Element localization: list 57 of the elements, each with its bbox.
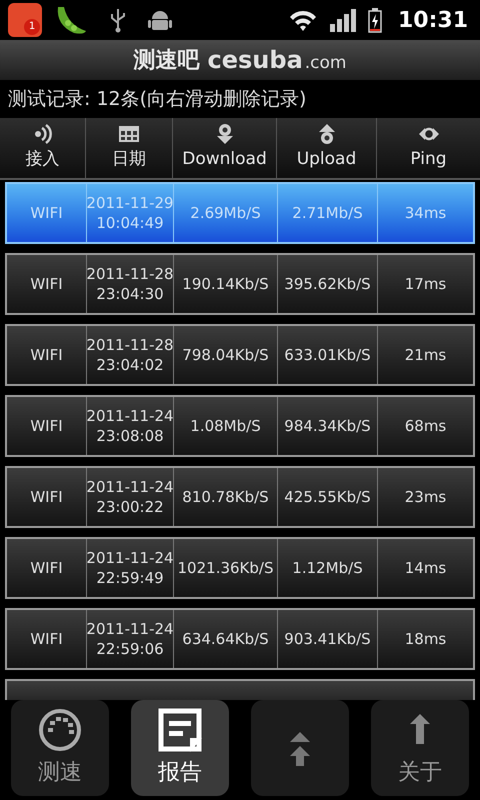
table-cell-text: 14ms — [404, 558, 448, 579]
site-domain: .com — [304, 52, 346, 75]
table-cell: 810.78Kb/S — [174, 468, 278, 526]
tab-button[interactable] — [251, 700, 349, 796]
table-cell: 2011-11-24 23:00:22 — [87, 468, 174, 526]
table-cell: 2011-11-28 23:04:30 — [87, 255, 174, 313]
table-cell: 190.14Kb/S — [174, 255, 278, 313]
column-header: Upload — [296, 148, 356, 172]
table-cell: 2011-11-29 10:04:49 — [87, 184, 174, 242]
table-cell: 633.01Kb/S — [278, 326, 378, 384]
app-title: 测速吧 — [134, 46, 200, 74]
column-header: 日期 — [112, 148, 146, 172]
table-cell-text: 17ms — [404, 274, 448, 295]
table-cell-text: 23ms — [404, 487, 448, 508]
table-cell: 903.41Kb/S — [278, 610, 378, 668]
table-row[interactable]: WIFI 2011-11-24 23:08:08 1.08Mb/S 984.34Kb/S 68ms — [5, 395, 475, 457]
table-cell: 634.64Kb/S — [174, 610, 278, 668]
tab-button[interactable]: 报告 — [131, 700, 229, 796]
table-cell-text: 21ms — [404, 345, 448, 366]
table-cell: 798.04Kb/S — [174, 326, 278, 384]
column-header: Download — [182, 148, 267, 172]
table-cell: WIFI — [7, 468, 87, 526]
table-cell: WIFI — [7, 610, 87, 668]
signal-icon — [330, 8, 356, 32]
table-cell: 2011-11-24 23:08:08 — [87, 397, 174, 455]
speedometer-icon — [38, 708, 82, 752]
table-cell-text: 34ms — [404, 203, 448, 224]
table-cell: WIFI — [7, 397, 87, 455]
table-cell: WIFI — [7, 326, 87, 384]
report-icon — [158, 708, 202, 752]
table-cell: WIFI — [7, 255, 87, 313]
tab-button[interactable]: 关于 — [371, 700, 469, 796]
table-cell-text: 68ms — [404, 416, 448, 437]
clock: 10:31 — [398, 6, 468, 34]
table-cell: WIFI — [7, 184, 87, 242]
table-cell: 2011-11-28 23:04:02 — [87, 326, 174, 384]
usb-icon — [108, 7, 128, 33]
table-cell-text: 18ms — [404, 629, 448, 650]
table-cell: 2.69Mb/S — [174, 184, 278, 242]
tab-button[interactable]: 测速 — [11, 700, 109, 796]
site-name: cesuba — [208, 45, 303, 76]
notification-badge: 1 — [24, 19, 40, 35]
android-icon — [148, 8, 172, 32]
battery-charging-icon — [368, 8, 382, 32]
table-cell: 1021.36Kb/S — [174, 539, 278, 597]
table-cell: 1.08Mb/S — [174, 397, 278, 455]
column-header: Ping — [410, 148, 447, 172]
table-cell: 984.34Kb/S — [278, 397, 378, 455]
column-header: 接入 — [26, 148, 60, 172]
table-cell: 2.71Mb/S — [278, 184, 378, 242]
table-cell: 1.12Mb/S — [278, 539, 378, 597]
record-summary: 测试记录: 12条(向右滑动删除记录) — [7, 86, 308, 112]
table-cell: 425.55Kb/S — [278, 468, 378, 526]
table-cell: 2011-11-24 22:59:06 — [87, 610, 174, 668]
table-cell: 2011-11-24 22:59:49 — [87, 539, 174, 597]
table-cell: WIFI — [7, 539, 87, 597]
table-cell: 395.62Kb/S — [278, 255, 378, 313]
